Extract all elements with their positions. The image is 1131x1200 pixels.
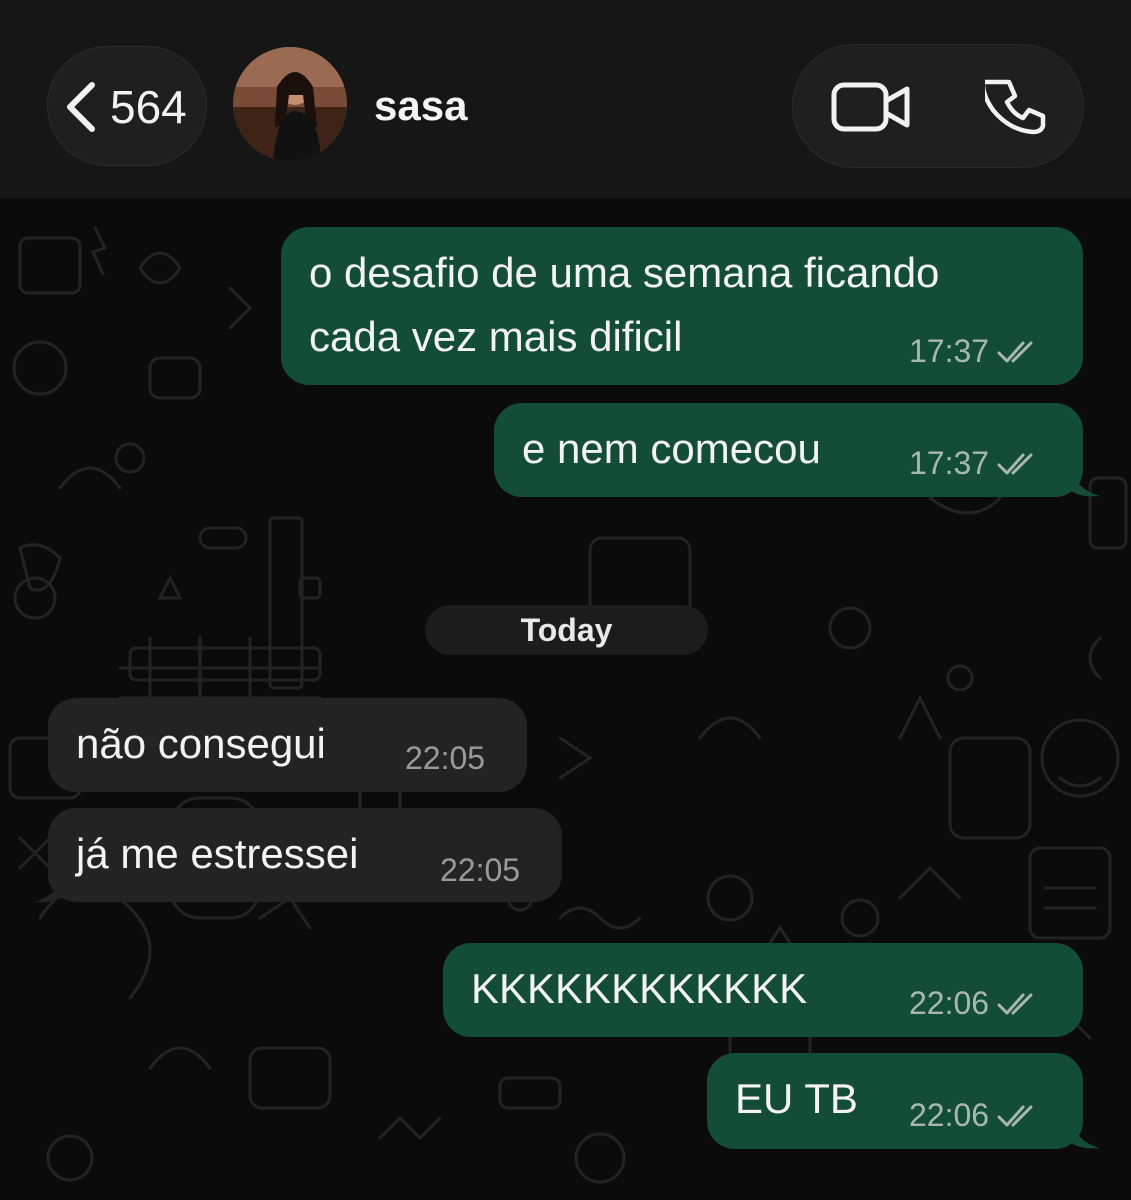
message-bubble-outgoing[interactable]: KKKKKKKKKKKK 22:06: [443, 943, 1083, 1037]
phone-icon[interactable]: [985, 77, 1047, 139]
message-time: 22:05: [405, 740, 486, 776]
date-separator: Today: [425, 605, 708, 655]
message-time: 17:37: [909, 333, 990, 369]
message-bubble-outgoing[interactable]: o desafio de uma semana ficando cada vez…: [281, 227, 1083, 385]
message-text: KKKKKKKKKKKK: [471, 965, 808, 1012]
message-bubble-incoming[interactable]: não consegui 22:05: [48, 698, 527, 792]
message-meta: 22:06: [909, 1097, 1041, 1134]
message-time: 17:37: [909, 445, 990, 481]
bubble-tail: [1070, 466, 1100, 497]
message-meta: 22:06: [909, 985, 1041, 1022]
double-check-icon: [997, 453, 1033, 474]
message-meta: 22:05: [405, 740, 485, 777]
double-check-icon: [997, 993, 1033, 1014]
bubble-tail: [34, 872, 64, 903]
video-camera-icon[interactable]: [831, 81, 911, 133]
message-text: o desafio de uma semana ficando: [309, 249, 940, 296]
chat-header: 564 sasa: [0, 0, 1131, 198]
message-bubble-outgoing[interactable]: EU TB 22:06: [707, 1053, 1083, 1149]
message-time: 22:06: [909, 985, 990, 1021]
call-buttons: [792, 44, 1084, 168]
message-meta: 17:37: [909, 445, 1041, 482]
message-time: 22:05: [440, 852, 521, 888]
message-meta: 17:37: [909, 333, 1041, 370]
avatar-photo: [233, 47, 347, 161]
contact-name[interactable]: sasa: [374, 82, 467, 130]
bubble-tail: [1070, 1118, 1100, 1149]
avatar[interactable]: [233, 47, 347, 161]
back-button[interactable]: 564: [47, 46, 207, 166]
unread-count: 564: [110, 81, 187, 133]
message-bubble-outgoing[interactable]: e nem comecou 17:37: [494, 403, 1083, 497]
message-text: cada vez mais dificil: [309, 313, 683, 360]
message-text: não consegui: [76, 720, 326, 767]
message-time: 22:06: [909, 1097, 990, 1133]
message-text: já me estressei: [76, 830, 359, 877]
message-text: EU TB: [735, 1075, 858, 1122]
message-text: e nem comecou: [522, 425, 821, 472]
message-bubble-incoming[interactable]: já me estressei 22:05: [48, 808, 562, 902]
double-check-icon: [997, 341, 1033, 362]
message-meta: 22:05: [440, 852, 520, 889]
chevron-left-icon: [67, 82, 95, 132]
double-check-icon: [997, 1105, 1033, 1126]
